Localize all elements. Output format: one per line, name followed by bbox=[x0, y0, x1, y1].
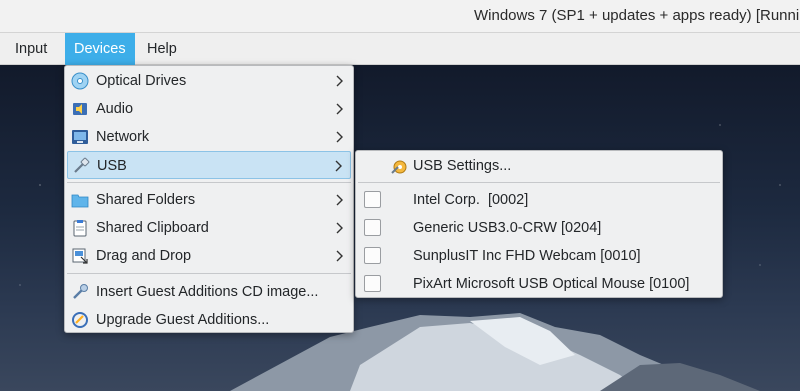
chevron-right-icon bbox=[336, 250, 343, 262]
shared-folder-icon bbox=[71, 194, 89, 208]
menu-item-label: Insert Guest Additions CD image... bbox=[96, 284, 319, 300]
clipboard-icon bbox=[73, 220, 87, 237]
upgrade-icon bbox=[72, 312, 88, 328]
chevron-right-icon bbox=[336, 75, 343, 87]
menu-bar: Input Devices Help bbox=[0, 33, 800, 65]
devices-menu: Optical Drives Audio Network USB Shared … bbox=[64, 65, 354, 333]
optical-drive-icon bbox=[71, 72, 89, 90]
menu-item-label: Optical Drives bbox=[96, 73, 187, 89]
menu-item-audio[interactable]: Audio bbox=[67, 95, 351, 123]
usb-device-item[interactable]: Intel Corp. [0002] bbox=[358, 186, 720, 214]
menu-item-label: USB bbox=[97, 158, 127, 174]
menu-item-label: Shared Clipboard bbox=[96, 220, 209, 236]
chevron-right-icon bbox=[336, 131, 343, 143]
usb-device-checkbox[interactable] bbox=[364, 247, 381, 264]
drag-drop-icon bbox=[72, 248, 88, 264]
usb-icon bbox=[74, 157, 90, 173]
menu-separator bbox=[358, 182, 720, 183]
usb-settings-icon bbox=[391, 160, 407, 174]
menu-item-label: Drag and Drop bbox=[96, 248, 192, 264]
menu-item-label: Network bbox=[96, 129, 150, 145]
chevron-right-icon bbox=[336, 103, 343, 115]
usb-device-label: Intel Corp. [0002] bbox=[413, 192, 529, 208]
guest-additions-cd-icon bbox=[73, 284, 88, 299]
usb-device-checkbox[interactable] bbox=[364, 275, 381, 292]
chevron-right-icon bbox=[336, 222, 343, 234]
usb-device-label: Generic USB3.0-CRW [0204] bbox=[413, 220, 602, 236]
menu-item-usb[interactable]: USB bbox=[67, 151, 351, 179]
menu-separator bbox=[67, 273, 351, 274]
menu-item-label: USB Settings... bbox=[413, 158, 512, 174]
network-icon bbox=[72, 130, 88, 144]
menu-item-insert-guest-additions[interactable]: Insert Guest Additions CD image... bbox=[67, 278, 351, 306]
menu-item-shared-folders[interactable]: Shared Folders bbox=[67, 186, 351, 214]
menu-item-label: Upgrade Guest Additions... bbox=[96, 312, 270, 328]
usb-device-label: PixArt Microsoft USB Optical Mouse [0100… bbox=[413, 276, 690, 292]
usb-device-item[interactable]: SunplusIT Inc FHD Webcam [0010] bbox=[358, 242, 720, 270]
menu-input[interactable]: Input bbox=[6, 33, 56, 65]
window-titlebar[interactable]: Windows 7 (SP1 + updates + apps ready) [… bbox=[0, 0, 800, 33]
menu-item-upgrade-guest-additions[interactable]: Upgrade Guest Additions... bbox=[67, 306, 351, 334]
usb-device-checkbox[interactable] bbox=[364, 219, 381, 236]
menu-item-usb-settings[interactable]: USB Settings... bbox=[358, 152, 720, 180]
menu-separator bbox=[67, 182, 351, 183]
usb-submenu: USB Settings... Intel Corp. [0002] Gener… bbox=[355, 150, 723, 298]
menu-item-network[interactable]: Network bbox=[67, 123, 351, 151]
menu-help[interactable]: Help bbox=[138, 33, 186, 65]
menu-item-drag-and-drop[interactable]: Drag and Drop bbox=[67, 242, 351, 270]
menu-item-label: Audio bbox=[96, 101, 134, 117]
menu-item-shared-clipboard[interactable]: Shared Clipboard bbox=[67, 214, 351, 242]
menu-item-label: Shared Folders bbox=[96, 192, 196, 208]
menu-devices[interactable]: Devices bbox=[65, 33, 135, 65]
menu-item-optical-drives[interactable]: Optical Drives bbox=[67, 67, 351, 95]
usb-device-checkbox[interactable] bbox=[364, 191, 381, 208]
usb-device-label: SunplusIT Inc FHD Webcam [0010] bbox=[413, 248, 641, 264]
chevron-right-icon bbox=[336, 194, 343, 206]
chevron-right-icon bbox=[335, 160, 342, 172]
usb-device-item[interactable]: Generic USB3.0-CRW [0204] bbox=[358, 214, 720, 242]
window-title: Windows 7 (SP1 + updates + apps ready) [… bbox=[474, 7, 800, 24]
audio-icon bbox=[73, 103, 87, 115]
usb-device-item[interactable]: PixArt Microsoft USB Optical Mouse [0100… bbox=[358, 270, 720, 298]
